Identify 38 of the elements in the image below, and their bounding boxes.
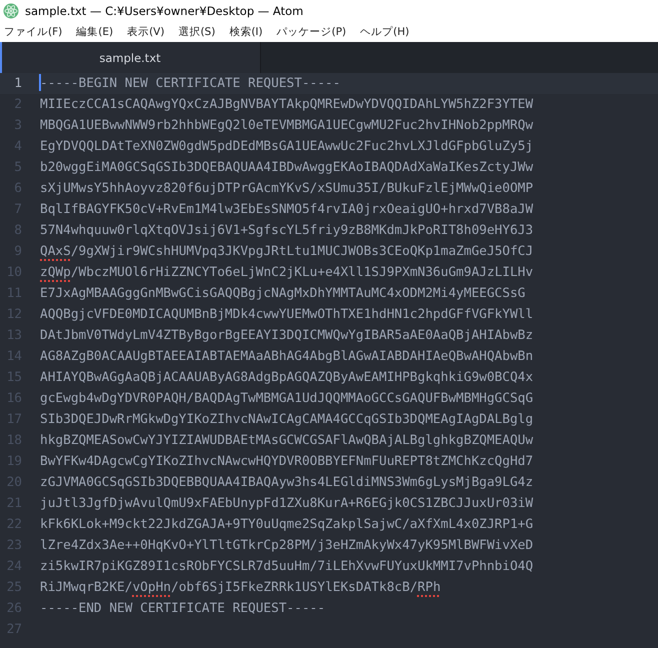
code-line: sXjUMwsY5hhAoyvz820f6ujDTPrGAcmYKvS/xSUmu35I/BUkuFzlEjMWwQie0OMP (40, 181, 534, 196)
menu-item[interactable]: 検索(I) (229, 25, 263, 39)
code-line: -----END NEW CERTIFICATE REQUEST----- (40, 601, 326, 616)
code-line: MIIEczCCA1sCAQAwgYQxCzAJBgNVBAYTAkpQMREwDwYDVQQIDAhLYW5hZ2F3YTEW (40, 97, 534, 112)
menu-item[interactable]: 表示(V) (127, 25, 164, 39)
code-line: kFk6KLok+M9ckt22JkdZGAJA+9TY0uUqme2SqZakplSajwC/aXfXmL4x0ZJRP1+G (40, 517, 534, 532)
code-line: DAtJbmV0TWdyLmV4ZTByBgorBgEEAYI3DQICMWQwYgIBAR5aAE0AaQBjAHIAbwBz (40, 328, 534, 343)
code-line: AQQBgjcVFDE0MDICAQUMBnBjMDk4cwwYUEMwOThTXE1hdHN1c2hpdGFfVGFkYWll (40, 307, 534, 322)
menu-item[interactable]: 編集(E) (76, 25, 114, 39)
code-line: E7JxAgMBAAGggGnMBwGCisGAQQBgjcNAgMxDhYMMTAuMC4xODM2Mi4yMEEGCSsG (40, 286, 526, 301)
code-line: SIb3DQEJDwRrMGkwDgYIKoZIhvcNAwICAgCAMA4GCCqGSIb3DQMEAgIAgDALBglg (40, 412, 534, 427)
code-line: BqlIfBAGYFK50cV+RvEm1M4lw3EbEsSNMO5f4rvIA0jrxOeaigUO+hrxd7VB8aJW (40, 202, 534, 217)
text-cursor (39, 74, 41, 91)
code-line: AG8AZgB0ACAAUgBTAEEAIABTAEMAaABhAG4AbgBlAGwAIABDAHIAeQBwAHQAbwBn (40, 349, 534, 364)
code-line: zQWp/WbczMUOl6rHiZZNCYTo6eLjWnC2jKLu+e4Xll1SJ9PXmN36uGm9AJzLILHv (40, 265, 534, 280)
menu-item[interactable]: ファイル(F) (4, 25, 62, 39)
atom-logo-icon (3, 3, 19, 19)
code-line: zi5kwIR7piKGZ89I1csRObFYCSLR7d5uuHm/7iLEhXvwFUYuxUkMMI7vPhnbiO4Q (40, 559, 534, 574)
file-tab[interactable]: sample.txt (0, 42, 261, 73)
window-title: sample.txt — C:¥Users¥owner¥Desktop — Atom (25, 4, 304, 18)
code-line: juJtl3JgfDjwAvulQmU9xFAEbUnypFd1ZXu8KurA+R6EGjk0CS1ZBCJJuxUr03iW (40, 496, 534, 511)
code-line: MBQGA1UEBwwNWW9rb2hhbWEgQ2l0eTEVMBMGA1UECgwMU2Fuc2hvIHNob2ppMRQw (40, 118, 534, 133)
code-line: gcEwgb4wDgYDVR0PAQH/BAQDAgTwMBMGA1UdJQQMMAoGCCsGAQUFBwMBMHgGCSqG (40, 391, 534, 406)
code-line: b20wggEiMA0GCSqGSIb3DQEBAQUAA4IBDwAwggEKAoIBAQDAdXaWaIKesZctyJWw (40, 160, 534, 175)
code-line: AHIAYQBwAGgAaQBjACAAUAByAG8AdgBpAGQAZQByAwEAMIHPBgkqhkiG9w0BCQ4x (40, 370, 534, 385)
code-line: QAxS/9gXWjir9WCshHUMVpq3JKVpgJRtLtu1MUCJWOBs3CEoQKp1maZmGeJ5OfCJ (40, 244, 534, 259)
code-line: -----BEGIN NEW CERTIFICATE REQUEST----- (40, 76, 340, 91)
menu-item[interactable]: ヘルプ(H) (360, 25, 410, 39)
code-line: lZre4Zdx3Ae++0HqKvO+YlTltGTkrCp28PM/j3eHZmAkyWx47yK95MlBWFWivXeD (40, 538, 534, 553)
menu-item[interactable]: 選択(S) (178, 25, 216, 39)
code-line: RiJMwqrB2KE/vOpHn/obf6SjI5FkeZRRk1USYlEKsDATk8cB/RPh (40, 580, 441, 595)
menu-item[interactable]: パッケージ(P) (276, 25, 346, 39)
code-line: zGJVMA0GCSqGSIb3DQEBBQUAA4IBAQAyw3hs4LEGldiMNS3Wm6gLysMjBga9LG4z (40, 475, 534, 490)
code-line: 57N4whquuw0rlqXtqOVJsij6V1+SgfscYL5friy9zB8MKdmJkPoRIT8h09eHY6J3 (40, 223, 534, 238)
line-number: 1 (13, 76, 23, 91)
code-line: EgYDVQQLDAtTeXN0ZW0gdW5pdDEdMBsGA1UEAwwUc2Fuc2hvLXJldGFpbGluZy5j (40, 139, 534, 154)
code-line: hkgBZQMEASowCwYJYIZIAWUDBAEtMAsGCWCGSAFlAwQBAjALBglghkgBZQMEAQUw (40, 433, 534, 448)
code-line: BwYFKw4DAgcwCgYIKoZIhvcNAwcwHQYDVR0OBBYEFNmFUuREPT8tZMChKzcQgHd7 (40, 454, 534, 469)
